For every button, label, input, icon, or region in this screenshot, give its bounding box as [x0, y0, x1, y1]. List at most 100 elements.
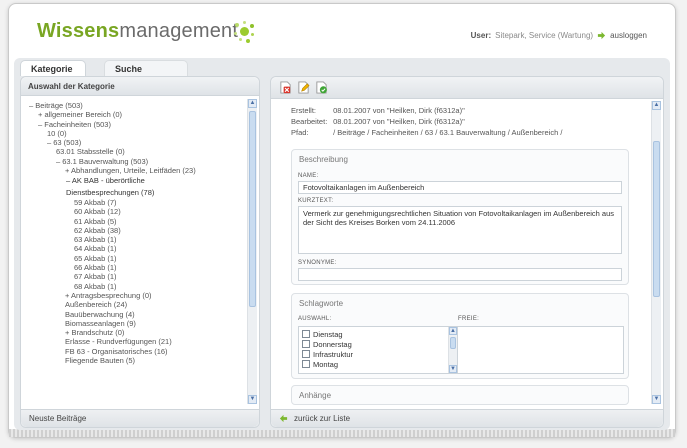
tree-node[interactable]: Fliegende Bauten (5) [25, 356, 247, 365]
keyword-option[interactable]: Donnerstag [302, 339, 454, 349]
tree-node[interactable]: – AK BAB - überörtliche [25, 175, 247, 187]
category-tree[interactable]: – Beiträge (503) + allgemeiner Bereich (0… [25, 101, 247, 405]
meta-created-label: Erstellt: [291, 106, 317, 115]
keyword-option[interactable]: Montag [302, 359, 454, 369]
tree-node[interactable]: 63 Akbab (1) [25, 235, 247, 244]
tree-node[interactable]: Biomasseanlagen (9) [25, 319, 247, 328]
scroll-down-icon[interactable]: ▼ [449, 365, 457, 373]
scroll-thumb[interactable] [653, 141, 660, 297]
tree-node[interactable]: Dienstbesprechungen (78) [25, 186, 247, 198]
keyword-label: Donnerstag [313, 339, 352, 349]
tree-node[interactable]: 59 Akbab (7) [25, 198, 247, 207]
auswahl-label: AUSWAHL: [298, 316, 332, 322]
user-area: User: Sitepark, Service (Wartung) auslog… [471, 31, 647, 40]
checkbox[interactable] [302, 350, 310, 358]
anhaenge-title: Anhänge [299, 391, 332, 400]
bottom-stripe [9, 429, 675, 437]
checkbox[interactable] [302, 360, 310, 368]
name-label: NAME: [298, 173, 319, 179]
scroll-up-icon[interactable]: ▲ [248, 99, 257, 108]
keyword-label: Infrastruktur [313, 349, 354, 359]
scroll-thumb[interactable] [450, 337, 456, 349]
tab-suche[interactable]: Suche [104, 60, 188, 76]
tree-node[interactable]: – 63 (503) [25, 138, 247, 147]
tree-node[interactable]: 68 Akbab (1) [25, 282, 247, 291]
tree-node[interactable]: FB 63 - Organisatorisches (16) [25, 347, 247, 356]
beschreibung-section: Beschreibung NAME: Fotovoltaikanlagen im… [291, 149, 629, 285]
schlagworte-section: Schlagworte AUSWAHL: FREIE: Dienstag Don… [291, 293, 629, 379]
scroll-down-icon[interactable]: ▼ [248, 395, 257, 404]
kurztext-textarea[interactable]: Vermerk zur genehmigungsrechtlichen Situ… [298, 206, 622, 254]
tree-node[interactable]: – 63.1 Bauverwaltung (503) [25, 157, 247, 166]
tree-node[interactable]: 62 Akbab (38) [25, 226, 247, 235]
tree-node[interactable]: Außenbereich (24) [25, 300, 247, 309]
user-name: Sitepark, Service (Wartung) [495, 31, 594, 40]
detail-panel-footer: zurück zur Liste [271, 409, 663, 427]
anhaenge-section: Anhänge [291, 385, 629, 405]
keyword-option[interactable]: Infrastruktur [302, 349, 454, 359]
tree-node[interactable]: 10 (0) [25, 129, 247, 138]
keyword-label: Dienstag [313, 329, 343, 339]
schlagworte-title: Schlagworte [299, 299, 344, 308]
tree-node[interactable]: 65 Akbab (1) [25, 254, 247, 263]
logout-arrow-icon[interactable] [597, 31, 606, 40]
meta-path-value: / Beiträge / Facheinheiten / 63 / 63.1 B… [333, 128, 563, 137]
category-scrollbar[interactable]: ▲ ▼ [247, 99, 257, 404]
meta-edited-value: 08.01.2007 von "Heilken, Dirk (f6312a)" [333, 117, 465, 126]
tree-node[interactable]: + Antragsbesprechung (0) [25, 291, 247, 300]
scroll-down-icon[interactable]: ▼ [652, 395, 661, 404]
tree-node[interactable]: 63.01 Stabsstelle (0) [25, 147, 247, 156]
tree-node[interactable]: + allgemeiner Bereich (0) [25, 110, 247, 119]
scroll-up-icon[interactable]: ▲ [652, 101, 661, 110]
approve-document-icon[interactable] [315, 81, 328, 94]
neuste-beitraege-link[interactable]: Neuste Beiträge [29, 414, 86, 423]
tree-node[interactable]: 60 Akbab (12) [25, 207, 247, 216]
category-panel-title: Auswahl der Kategorie [21, 77, 259, 96]
back-arrow-icon[interactable] [279, 414, 288, 423]
tree-node[interactable]: – Facheinheiten (503) [25, 120, 247, 129]
kurztext-label: KURZTEXT: [298, 198, 334, 204]
synonyme-input[interactable] [298, 268, 622, 281]
synonyme-label: SYNONYME: [298, 260, 337, 266]
beschreibung-title: Beschreibung [299, 155, 348, 164]
name-input[interactable]: Fotovoltaikanlagen im Außenbereich [298, 181, 622, 194]
detail-toolbar [271, 77, 663, 99]
delete-document-icon[interactable] [279, 81, 292, 94]
category-panel: Auswahl der Kategorie – Beiträge (503) + … [20, 76, 260, 428]
tab-kategorie[interactable]: Kategorie [20, 60, 86, 76]
user-label: User: [470, 31, 492, 40]
keyword-option[interactable]: Dienstag [302, 329, 454, 339]
tree-node[interactable]: + Brandschutz (0) [25, 328, 247, 337]
auswahl-scrollbar[interactable]: ▲ ▼ [448, 327, 457, 373]
freie-textarea[interactable] [457, 326, 624, 374]
logo: Wissensmanagement [37, 20, 238, 43]
tree-node[interactable]: 67 Akbab (1) [25, 272, 247, 281]
tree-node[interactable]: 66 Akbab (1) [25, 263, 247, 272]
tree-node[interactable]: Erlasse - Rundverfügungen (21) [25, 337, 247, 346]
meta-edited-label: Bearbeitet: [291, 117, 328, 126]
document-meta: Erstellt: 08.01.2007 von "Heilken, Dirk … [291, 105, 562, 138]
freie-label: FREIE: [458, 316, 480, 322]
auswahl-list[interactable]: Dienstag Donnerstag Infrastruktur Montag… [298, 326, 458, 374]
scroll-thumb[interactable] [249, 111, 256, 307]
detail-panel: Erstellt: 08.01.2007 von "Heilken, Dirk … [270, 76, 664, 428]
edit-document-icon[interactable] [297, 81, 310, 94]
tree-node[interactable]: 61 Akbab (5) [25, 217, 247, 226]
tree-node[interactable]: Bauüberwachung (4) [25, 310, 247, 319]
keyword-label: Montag [313, 359, 339, 369]
category-panel-footer: Neuste Beiträge [21, 409, 259, 427]
logo-light-text: management [119, 20, 239, 42]
checkbox[interactable] [302, 340, 310, 348]
tree-node[interactable]: – Beiträge (503) [25, 101, 247, 110]
tree-node[interactable]: 64 Akbab (1) [25, 244, 247, 253]
meta-created-value: 08.01.2007 von "Heilken, Dirk (f6312a)" [333, 106, 465, 115]
logo-strong-text: Wissens [37, 20, 120, 42]
scroll-up-icon[interactable]: ▲ [449, 327, 457, 335]
meta-path-label: Pfad: [291, 128, 309, 137]
logo-dots-icon [232, 21, 256, 45]
back-to-list-link[interactable]: zurück zur Liste [294, 414, 350, 423]
detail-scrollbar[interactable]: ▲ ▼ [651, 101, 661, 404]
logout-link[interactable]: ausloggen [610, 31, 647, 40]
checkbox[interactable] [302, 330, 310, 338]
tree-node[interactable]: + Abhandlungen, Urteile, Leitfäden (23) [25, 166, 247, 175]
